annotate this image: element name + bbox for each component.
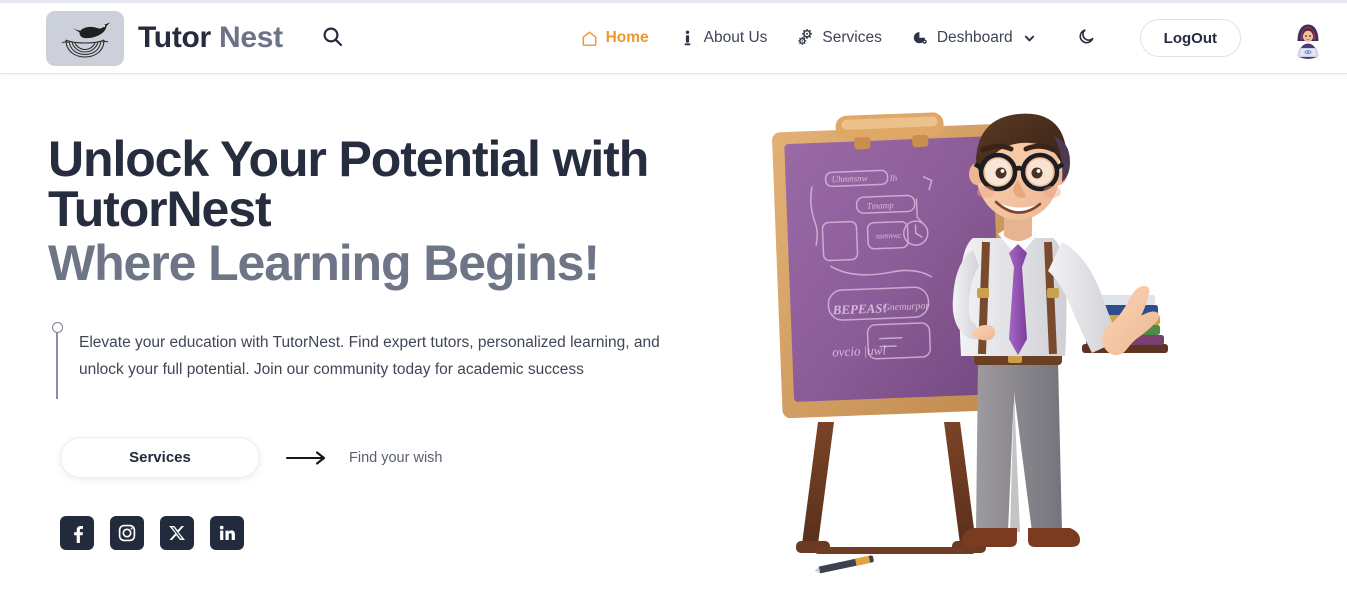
nav-item-home-label: Home: [605, 29, 649, 46]
home-icon: [581, 30, 598, 47]
bird-in-nest-icon: [46, 10, 124, 66]
cta-hint-text: Find your wish: [349, 449, 443, 466]
site-header: Tutor Nest Home About Us Services Deshbo…: [0, 3, 1347, 74]
svg-text:Ih: Ih: [888, 173, 897, 183]
nav-item-about-us-label: About Us: [703, 29, 768, 46]
nav-item-home[interactable]: Home: [581, 29, 649, 47]
headline-line-3: Where Learning Begins!: [48, 235, 600, 291]
headline-line-2: TutorNest: [48, 181, 272, 237]
nav-item-services-label: Services: [822, 29, 882, 46]
svg-text:nsmnwc: nsmnwc: [876, 231, 903, 241]
arrow-right-icon: [285, 450, 329, 466]
brand-logo[interactable]: Tutor Nest: [46, 10, 283, 66]
nav-item-about-us[interactable]: About Us: [679, 29, 768, 47]
logout-button[interactable]: LogOut: [1139, 19, 1241, 57]
moon-icon: [1077, 27, 1096, 49]
pie-chart-icon: [912, 30, 929, 47]
main-navigation: Home About Us Services Deshboard LogOut: [581, 17, 1329, 59]
brand-name: Tutor Nest: [138, 21, 283, 55]
svg-text:ovcio |uwl: ovcio |uwl: [832, 342, 887, 359]
svg-text:Uhmnsnw: Uhmnsnw: [831, 173, 867, 184]
services-button[interactable]: Services: [60, 437, 260, 478]
brand-name-part2: Nest: [218, 21, 283, 54]
instagram-icon[interactable]: [110, 516, 144, 550]
theme-toggle-button[interactable]: [1070, 21, 1104, 55]
nav-item-services[interactable]: Services: [797, 29, 882, 47]
info-person-icon: [679, 30, 696, 47]
search-icon: [322, 26, 343, 50]
timeline-dot-icon: [51, 322, 63, 333]
hero-illustration-area: Uhmnsnw Ih Tmamp nsmnwc BEPEAS! Gnemurpo…: [760, 74, 1347, 601]
headline-line-1: Unlock Your Potential with: [48, 131, 649, 187]
hero-section: Unlock Your Potential with TutorNest Whe…: [0, 74, 1347, 601]
facebook-icon[interactable]: [60, 516, 94, 550]
page-title: Unlock Your Potential with TutorNest Whe…: [48, 134, 760, 288]
user-avatar-icon[interactable]: [1287, 17, 1329, 59]
social-links: [60, 516, 760, 550]
chevron-down-icon[interactable]: [1023, 32, 1036, 45]
svg-text:Gnemurpor: Gnemurpor: [882, 301, 929, 314]
hero-cta-row: Services Find your wish: [48, 437, 760, 478]
timeline-line: [56, 333, 58, 399]
nav-item-deshboard[interactable]: Deshboard: [912, 29, 1036, 47]
brand-name-part1: Tutor: [138, 21, 211, 54]
hero-copy: Unlock Your Potential with TutorNest Whe…: [0, 74, 760, 601]
teacher-with-chalkboard-illustration: Uhmnsnw Ih Tmamp nsmnwc BEPEAS! Gnemurpo…: [770, 92, 1200, 592]
gears-icon: [797, 29, 814, 47]
search-button[interactable]: [317, 22, 349, 54]
svg-text:BEPEAS!: BEPEAS!: [831, 300, 887, 317]
hero-lead-text: Elevate your education with TutorNest. F…: [79, 334, 660, 378]
hero-lead-block: Elevate your education with TutorNest. F…: [48, 320, 760, 399]
timeline-rail: [48, 320, 66, 399]
svg-text:Tmamp: Tmamp: [866, 200, 894, 211]
x-twitter-icon[interactable]: [160, 516, 194, 550]
linkedin-icon[interactable]: [210, 516, 244, 550]
nav-item-deshboard-label: Deshboard: [936, 29, 1013, 46]
